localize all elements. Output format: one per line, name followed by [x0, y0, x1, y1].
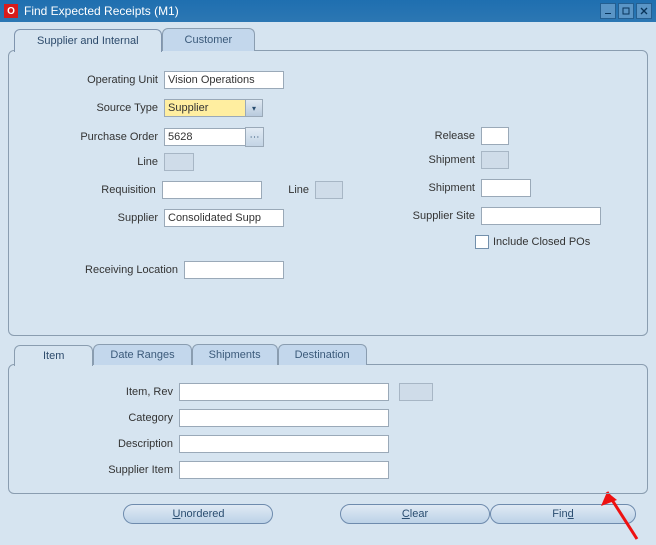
top-tab-row: Supplier and Internal Customer	[14, 28, 648, 51]
po-line-label: Line	[23, 156, 164, 168]
tab-item[interactable]: Item	[14, 345, 93, 366]
tab-date-ranges[interactable]: Date Ranges	[93, 344, 191, 365]
category-field[interactable]	[179, 409, 389, 427]
purchase-order-lov-button[interactable]: ⋯	[245, 127, 264, 147]
operating-unit-label: Operating Unit	[23, 74, 164, 86]
ellipsis-icon: ⋯	[250, 132, 260, 143]
supplier-item-label: Supplier Item	[23, 464, 179, 476]
po-line-field	[164, 153, 194, 171]
rev-field	[399, 383, 433, 401]
purchase-order-label: Purchase Order	[23, 131, 164, 143]
window-title: Find Expected Receipts (M1)	[24, 4, 600, 18]
close-button[interactable]	[636, 3, 652, 19]
req-shipment-label: Shipment	[343, 182, 481, 194]
category-label: Category	[23, 412, 179, 424]
requisition-label: Requisition	[23, 184, 162, 196]
chevron-down-icon: ▾	[252, 104, 256, 113]
receiving-location-label: Receiving Location	[23, 264, 184, 276]
lower-tab-row: Item Date Ranges Shipments Destination	[14, 344, 648, 365]
source-type-value[interactable]	[164, 99, 246, 117]
req-shipment-field[interactable]	[481, 179, 531, 197]
button-row: Unordered Clear Find	[8, 504, 648, 524]
include-closed-pos-label: Include Closed POs	[493, 236, 590, 248]
item-field[interactable]	[179, 383, 389, 401]
supplier-panel: Operating Unit Source Type ▾ Purchase Or…	[8, 50, 648, 336]
tab-shipments[interactable]: Shipments	[192, 344, 278, 365]
restore-button[interactable]	[618, 3, 634, 19]
purchase-order-field[interactable]	[164, 128, 246, 146]
supplier-label: Supplier	[23, 212, 164, 224]
title-bar: O Find Expected Receipts (M1)	[0, 0, 656, 22]
client-area: Supplier and Internal Customer Operating…	[0, 22, 656, 530]
find-button[interactable]: Find	[490, 504, 636, 524]
window-controls	[600, 3, 652, 19]
po-shipment-field	[481, 151, 509, 169]
po-shipment-label: Shipment	[343, 154, 481, 166]
item-rev-label: Item, Rev	[23, 386, 179, 398]
include-closed-pos-checkbox[interactable]: Include Closed POs	[475, 235, 590, 249]
receiving-location-field[interactable]	[184, 261, 284, 279]
checkbox-icon	[475, 235, 489, 249]
supplier-site-label: Supplier Site	[343, 210, 481, 222]
release-label: Release	[343, 130, 481, 142]
item-panel: Item, Rev Category Description Supplier …	[8, 364, 648, 494]
release-field[interactable]	[481, 127, 509, 145]
clear-button[interactable]: Clear	[340, 504, 490, 524]
description-label: Description	[23, 438, 179, 450]
tab-destination[interactable]: Destination	[278, 344, 367, 365]
req-line-field	[315, 181, 343, 199]
operating-unit-field[interactable]	[164, 71, 284, 89]
source-type-dropdown-button[interactable]: ▾	[246, 99, 263, 117]
description-field[interactable]	[179, 435, 389, 453]
source-type-label: Source Type	[23, 102, 164, 114]
supplier-item-field[interactable]	[179, 461, 389, 479]
requisition-field[interactable]	[162, 181, 262, 199]
source-type-combo[interactable]: ▾	[164, 99, 263, 117]
supplier-field[interactable]	[164, 209, 284, 227]
oracle-app-icon: O	[4, 4, 18, 18]
tab-customer[interactable]: Customer	[162, 28, 256, 51]
tab-supplier-and-internal[interactable]: Supplier and Internal	[14, 29, 162, 52]
unordered-button[interactable]: Unordered	[123, 504, 273, 524]
req-line-label: Line	[262, 184, 315, 196]
minimize-button[interactable]	[600, 3, 616, 19]
supplier-site-field[interactable]	[481, 207, 601, 225]
